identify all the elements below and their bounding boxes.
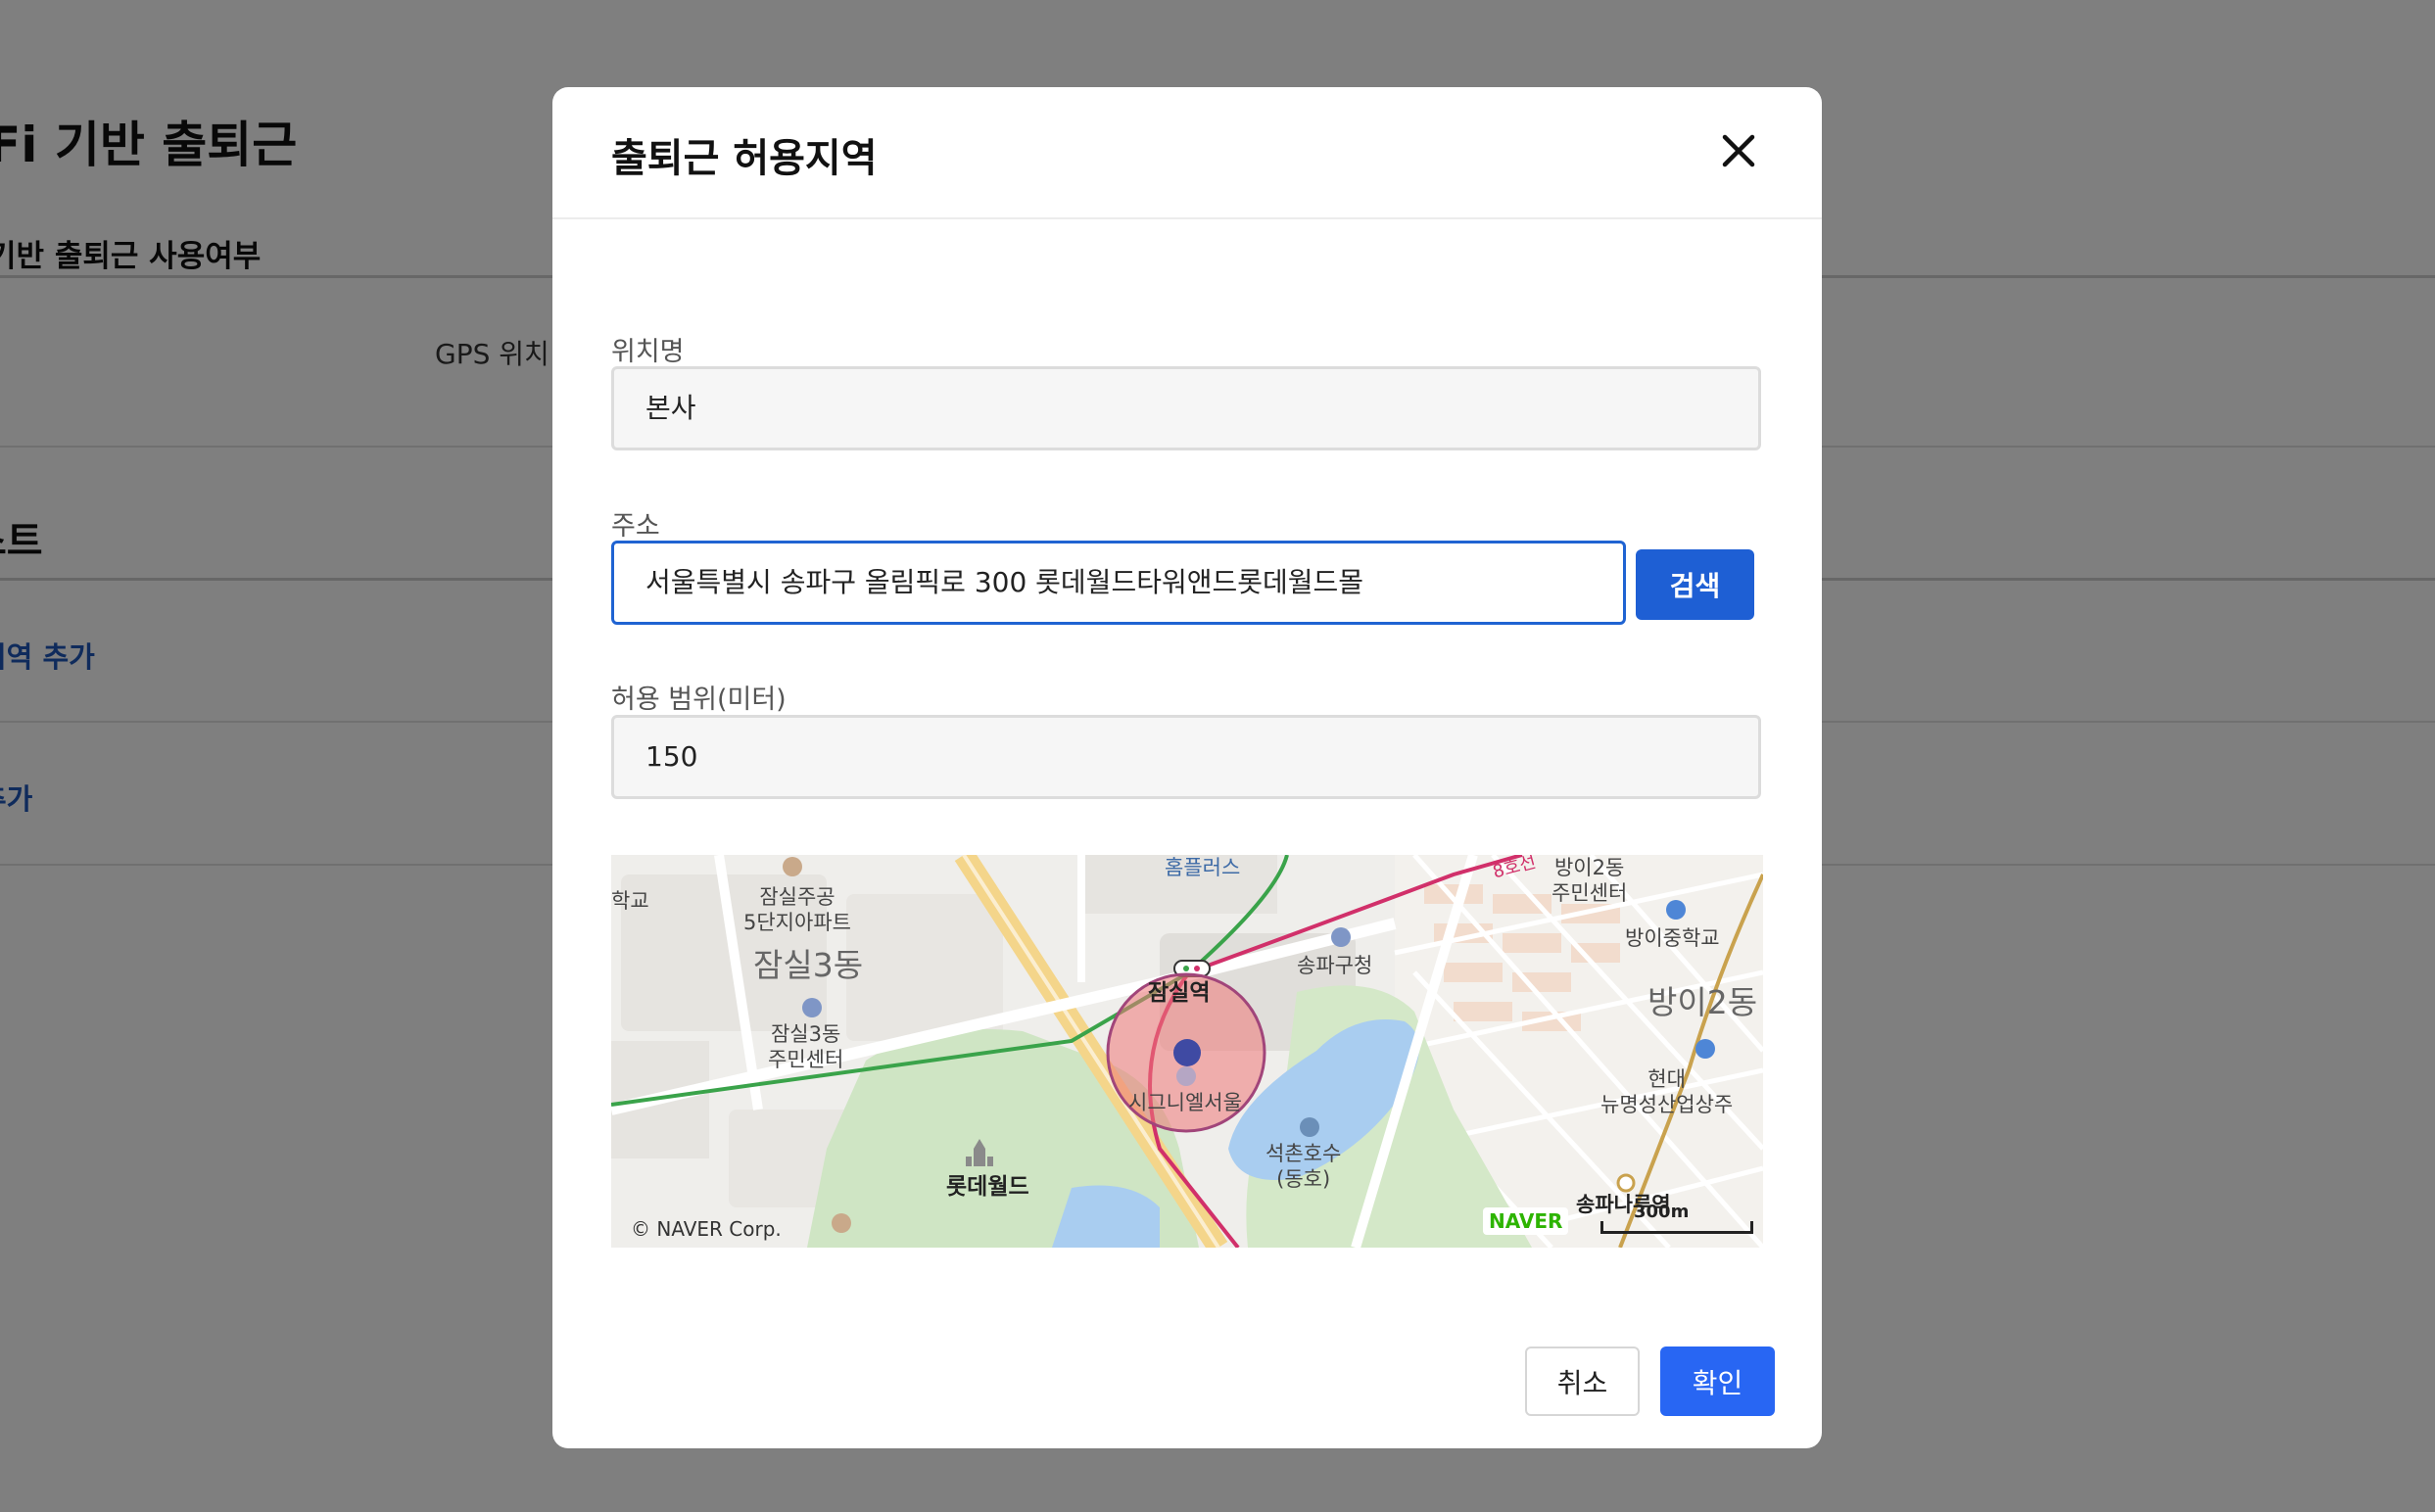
location-name-label: 위치명: [611, 337, 685, 367]
location-name-input[interactable]: 본사: [611, 366, 1761, 450]
range-label: 허용 범위(미터): [611, 685, 787, 715]
naver-logo: NAVER: [1483, 1207, 1569, 1235]
map-label-jamsil-apt: 잠실주공 5단지아파트: [743, 885, 851, 934]
location-map[interactable]: 잠실주공 5단지아파트 잠실3동 잠실3동 주민센터 홈플러스 잠실역 송파구청…: [611, 855, 1763, 1248]
map-label-bangi2-center: 방이2동 주민센터: [1552, 856, 1628, 905]
map-label-jamsil3-center: 잠실3동 주민센터: [768, 1022, 844, 1071]
range-input[interactable]: 150: [611, 715, 1761, 799]
map-label-lotte-world: 롯데월드: [946, 1174, 1029, 1200]
modal-header: 출퇴근 허용지역: [552, 87, 1822, 219]
map-label-bangi2dong: 방이2동: [1647, 983, 1758, 1021]
confirm-button[interactable]: 확인: [1660, 1347, 1775, 1416]
map-label-jamsil-station: 잠실역: [1148, 980, 1211, 1006]
address-input[interactable]: 서울특별시 송파구 올림픽로 300 롯데월드타워앤드롯데월드몰: [611, 541, 1626, 625]
close-icon: [1722, 134, 1755, 167]
cancel-button[interactable]: 취소: [1525, 1347, 1640, 1416]
close-button[interactable]: [1714, 126, 1763, 175]
map-label-homeplus: 홈플러스: [1165, 856, 1241, 879]
search-button[interactable]: 검색: [1636, 549, 1754, 620]
map-label-songpa-office: 송파구청: [1297, 954, 1373, 977]
map-copyright: © NAVER Corp.: [631, 1217, 782, 1241]
map-label-jamsil3dong: 잠실3동: [753, 946, 864, 984]
modal-title: 출퇴근 허용지역: [611, 136, 878, 181]
address-label: 주소: [611, 511, 660, 542]
map-scale-text: 300m: [1634, 1202, 1690, 1222]
map-label-bangi-middle: 방이중학교: [1625, 926, 1720, 950]
map-label-seokchon-lake: 석촌호수 (동호): [1265, 1142, 1342, 1191]
map-label-school: 학교: [611, 889, 649, 913]
allowed-area-modal: 출퇴근 허용지역 위치명 본사 주소 서울특별시 송파구 올림픽로 300 롯데…: [552, 87, 1822, 1448]
map-label-signiel: 시그니엘서울: [1128, 1091, 1242, 1114]
map-label-hyundai: 현대 뉴명성산업상주: [1600, 1067, 1734, 1116]
map-scale-bar: [1600, 1221, 1753, 1234]
